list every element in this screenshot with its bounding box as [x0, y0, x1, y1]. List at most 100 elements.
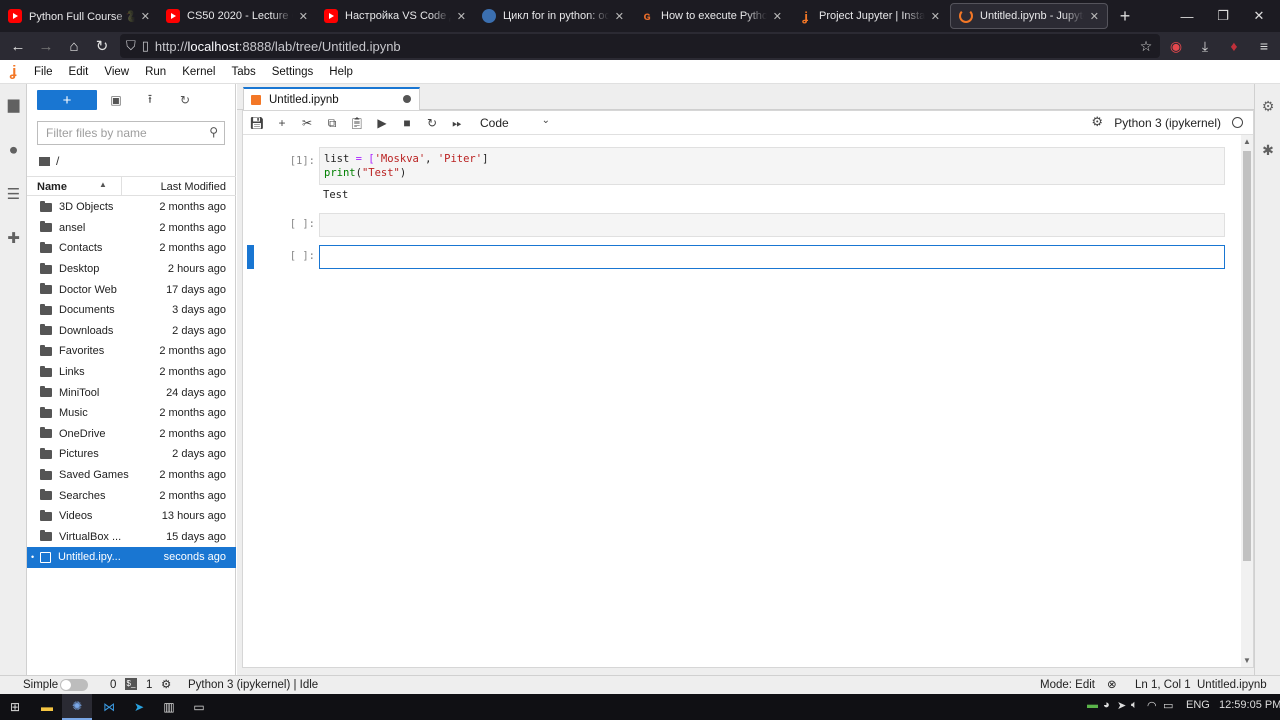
debugger-icon[interactable]: ✱ — [1255, 136, 1280, 164]
running-sessions-icon[interactable]: ⏺ — [0, 136, 27, 164]
extension-icon[interactable]: ♦ — [1220, 32, 1248, 60]
menu-tabs[interactable]: Tabs — [223, 60, 263, 84]
tray-app-icon[interactable]: ◕ — [1103, 699, 1110, 711]
cell-editor[interactable]: list = ['Moskva', 'Piter'] print("Test") — [319, 147, 1225, 185]
vscode-icon[interactable]: ⋈ — [94, 694, 124, 720]
browser-taskbar-icon[interactable]: ✺ — [62, 694, 92, 720]
simple-mode-toggle[interactable] — [60, 679, 88, 691]
file-row-selected[interactable]: • Untitled.ipy... seconds ago — [27, 547, 236, 568]
close-tab-icon[interactable]: ✕ — [457, 10, 466, 23]
close-tab-icon[interactable]: ✕ — [141, 10, 150, 23]
clock[interactable]: 12:59:05 PM — [1219, 699, 1280, 711]
unsaved-dot-icon[interactable] — [403, 95, 411, 103]
file-row[interactable]: Pictures 2 days ago — [27, 444, 236, 465]
download-icon[interactable]: ⤓ — [1191, 32, 1219, 60]
column-name[interactable]: Name — [37, 181, 67, 193]
kernel-count[interactable]: 1 — [146, 679, 152, 691]
menu-run[interactable]: Run — [137, 60, 174, 84]
notifications-icon[interactable]: ⊗ — [1107, 677, 1117, 691]
menu-kernel[interactable]: Kernel — [174, 60, 223, 84]
tray-battery-icon[interactable]: ▬ — [1087, 699, 1098, 711]
breadcrumb[interactable]: / — [39, 154, 59, 168]
column-last-modified[interactable]: Last Modified — [161, 181, 226, 193]
folder-icon[interactable]: ▆ — [0, 90, 27, 118]
language-indicator[interactable]: ENG — [1186, 699, 1210, 711]
file-row[interactable]: Doctor Web 17 days ago — [27, 279, 236, 300]
cell-editor[interactable] — [319, 213, 1225, 237]
extensions-puzzle-icon[interactable]: ✚ — [0, 224, 27, 252]
shield-icon[interactable]: ⛉ — [126, 38, 136, 54]
close-tab-icon[interactable]: ✕ — [615, 10, 624, 23]
scroll-down-icon[interactable]: ▼ — [1243, 656, 1251, 665]
url-bar[interactable]: ⛉ ▯ http://localhost:8888/lab/tree/Untit… — [120, 34, 1160, 58]
file-row[interactable]: VirtualBox ... 15 days ago — [27, 527, 236, 548]
file-row[interactable]: 3D Objects 2 months ago — [27, 197, 236, 218]
file-explorer-icon[interactable]: ▬ — [32, 694, 62, 720]
run-icon[interactable]: ▶ — [371, 113, 393, 133]
file-row[interactable]: Desktop 2 hours ago — [27, 259, 236, 280]
filter-files-input[interactable]: Filter files by name ⚲ — [37, 121, 225, 145]
file-row[interactable]: Favorites 2 months ago — [27, 341, 236, 362]
telegram-icon[interactable]: ➤ — [124, 694, 154, 720]
menu-settings[interactable]: Settings — [264, 60, 322, 84]
file-row[interactable]: Music 2 months ago — [27, 403, 236, 424]
terminal-app-icon[interactable]: ▭ — [184, 694, 214, 720]
table-of-contents-icon[interactable]: ☰ — [0, 180, 27, 208]
browser-tab-3[interactable]: Настройка VS Code для✕ — [316, 0, 474, 32]
kernel-status[interactable]: Python 3 (ipykernel) | Idle — [188, 679, 318, 691]
cursor-position[interactable]: Ln 1, Col 1 — [1135, 679, 1191, 691]
file-row[interactable]: Videos 13 hours ago — [27, 506, 236, 527]
terminal-count[interactable]: 0 — [110, 679, 116, 691]
cell-type-select[interactable]: Code ⌄ — [480, 113, 552, 133]
volume-icon[interactable]: 🔈︎ — [1131, 699, 1138, 712]
gear-icon[interactable]: ⚙ — [1091, 114, 1103, 130]
menu-help[interactable]: Help — [321, 60, 361, 84]
windows-start-icon[interactable]: ⊞ — [0, 694, 30, 720]
wifi-icon[interactable]: ◠ — [1147, 699, 1157, 712]
new-tab-button[interactable]: + — [1110, 0, 1140, 32]
cut-icon[interactable]: ✂ — [296, 113, 318, 133]
menu-edit[interactable]: Edit — [61, 60, 97, 84]
upload-icon[interactable]: ⭱ — [139, 90, 161, 110]
menu-view[interactable]: View — [96, 60, 137, 84]
menu-icon[interactable]: ≡ — [1250, 32, 1278, 60]
save-icon[interactable]: 💾︎ — [246, 113, 268, 133]
file-row[interactable]: MiniTool 24 days ago — [27, 382, 236, 403]
file-row[interactable]: Contacts 2 months ago — [27, 238, 236, 259]
notebook-scrollbar[interactable]: ▲ ▼ — [1241, 135, 1253, 667]
back-icon[interactable]: ← — [4, 32, 32, 60]
copy-icon[interactable]: ⧉ — [321, 113, 343, 133]
fast-forward-icon[interactable]: ⏩︎ — [446, 113, 468, 133]
tab-untitled-notebook[interactable]: Untitled.ipynb — [243, 87, 420, 110]
home-icon[interactable]: ⌂ — [60, 32, 88, 60]
file-row[interactable]: ansel 2 months ago — [27, 218, 236, 239]
property-inspector-icon[interactable]: ⚙ — [1255, 92, 1280, 120]
tray-telegram-icon[interactable]: ➤ — [1117, 699, 1126, 712]
close-window-button[interactable]: ✕ — [1236, 0, 1280, 32]
new-launcher-button[interactable]: + — [37, 90, 97, 110]
file-row[interactable]: Saved Games 2 months ago — [27, 465, 236, 486]
reload-icon[interactable]: ↻ — [88, 32, 116, 60]
browser-tab-5[interactable]: ɢHow to execute Python c✕ — [632, 0, 790, 32]
menu-file[interactable]: File — [26, 60, 61, 84]
file-row[interactable]: OneDrive 2 months ago — [27, 424, 236, 445]
refresh-icon[interactable]: ↻ — [174, 90, 196, 110]
new-folder-icon[interactable]: ▣ — [105, 90, 127, 110]
close-tab-icon[interactable]: ✕ — [1090, 10, 1099, 23]
browser-tab-1[interactable]: Python Full Course 🐍 (F✕ — [0, 0, 158, 32]
kernel-name[interactable]: Python 3 (ipykernel) — [1114, 116, 1221, 130]
close-tab-icon[interactable]: ✕ — [299, 10, 308, 23]
file-row[interactable]: Links 2 months ago — [27, 362, 236, 383]
browser-tab-4[interactable]: Цикл for in python: осно✕ — [474, 0, 632, 32]
insert-cell-icon[interactable]: + — [271, 113, 293, 133]
restart-icon[interactable]: ↻ — [421, 113, 443, 133]
record-icon[interactable]: ◉ — [1162, 32, 1190, 60]
browser-tab-6[interactable]: ʝProject Jupyter | Installin✕ — [790, 0, 948, 32]
stop-icon[interactable]: ■ — [396, 113, 418, 133]
app-icon[interactable]: ▥ — [154, 694, 184, 720]
network-icon[interactable]: ▭ — [1163, 699, 1173, 712]
paste-icon[interactable]: 📋︎ — [346, 113, 368, 133]
close-tab-icon[interactable]: ✕ — [773, 10, 782, 23]
file-row[interactable]: Searches 2 months ago — [27, 485, 236, 506]
bookmark-star-icon[interactable]: ☆ — [1132, 32, 1160, 60]
